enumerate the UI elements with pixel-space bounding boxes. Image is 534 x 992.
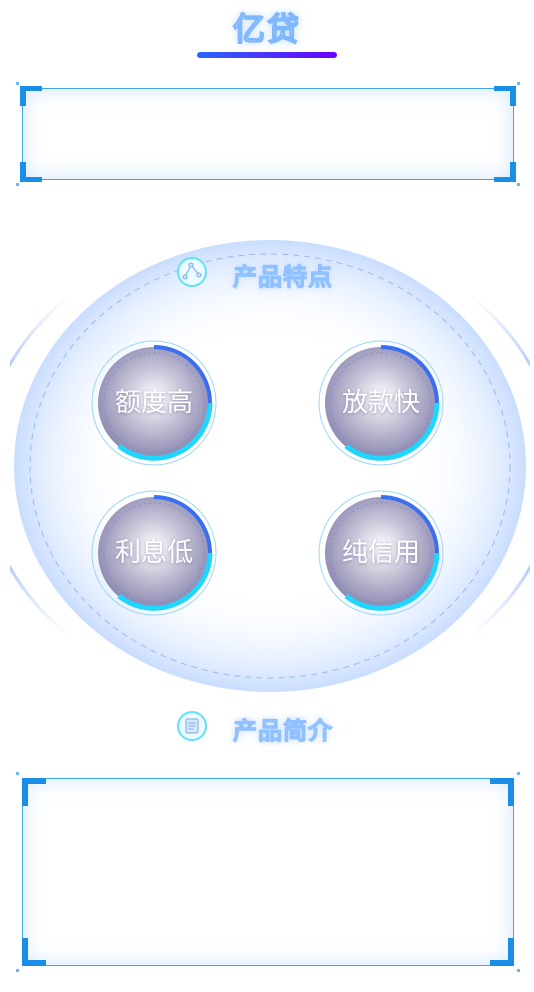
document-icon [177,711,207,741]
app-title: 亿贷 [232,9,301,48]
feature-label: 纯信用 [341,538,420,568]
diagram-icon [177,257,207,287]
top-panel [16,82,520,186]
feature-orb[interactable]: 放款快 [316,338,446,468]
feature-orb[interactable]: 纯信用 [316,488,446,618]
intro-section-title: 产品简介 [233,717,333,746]
feature-label: 利息低 [114,538,193,568]
features-section-title: 产品特点 [233,263,333,292]
intro-panel [16,772,520,972]
intro-section-header: 产品简介 [0,706,534,746]
features-section-header: 产品特点 [0,252,534,292]
feature-orb[interactable]: 额度高 [89,338,219,468]
feature-label: 额度高 [114,388,193,418]
feature-orb[interactable]: 利息低 [89,488,219,618]
feature-label: 放款快 [341,388,420,418]
title-underline [197,52,337,58]
features-ring-decoration [10,240,530,692]
